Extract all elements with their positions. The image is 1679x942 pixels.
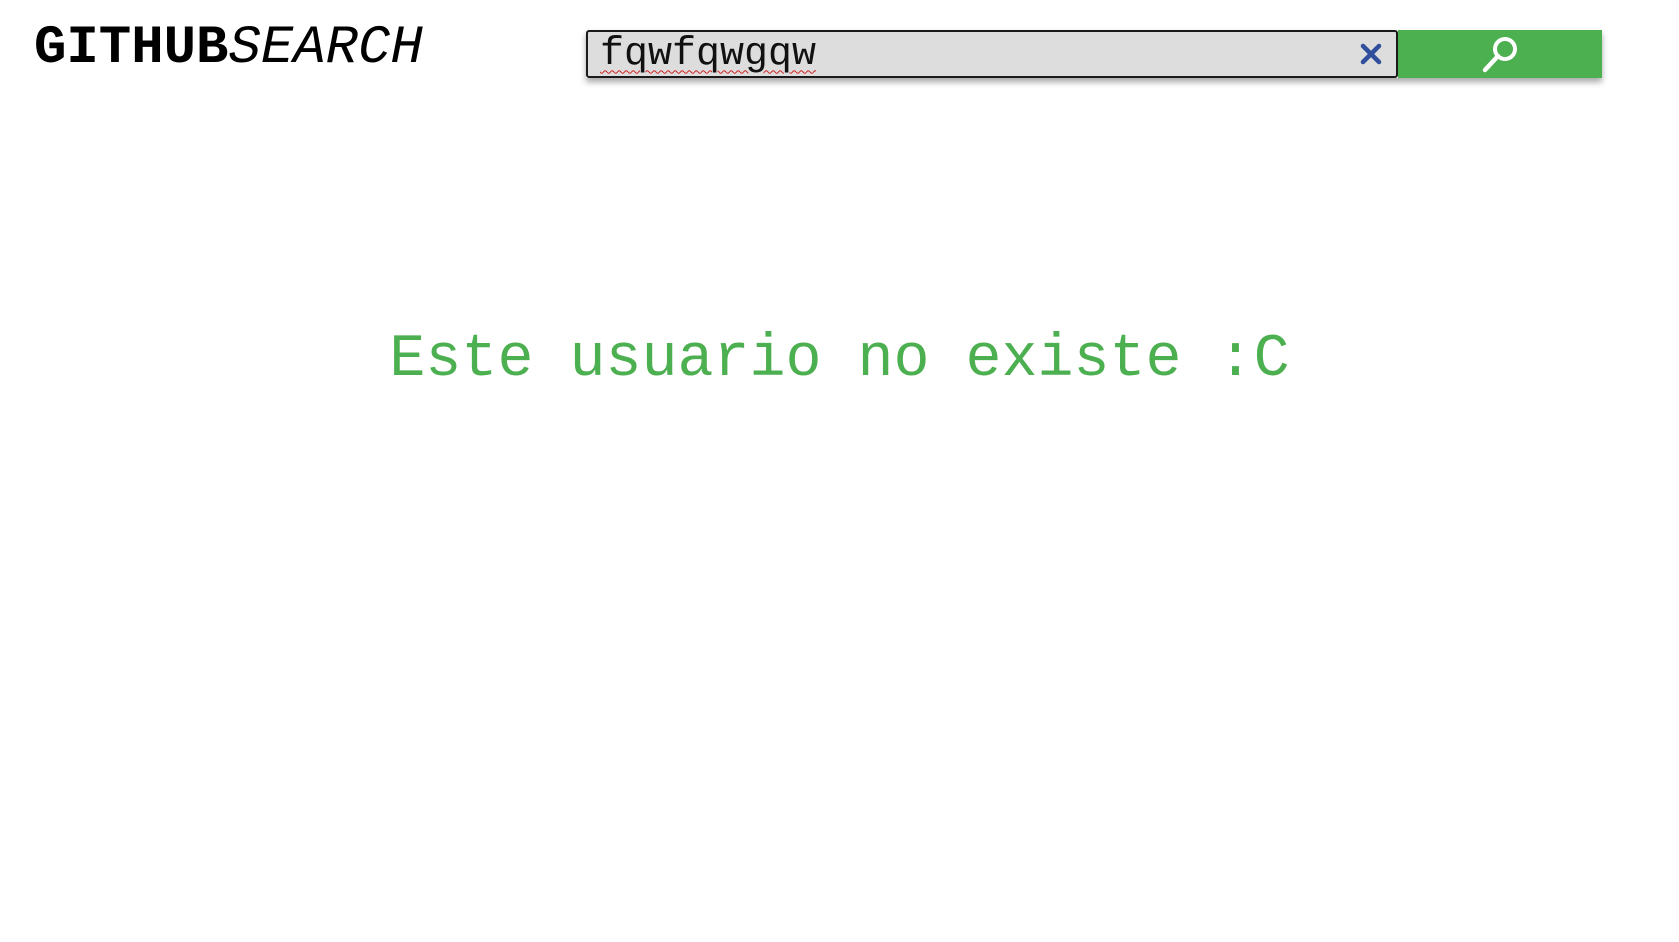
not-found-message: Este usuario no existe :C xyxy=(389,326,1290,394)
clear-search-button[interactable] xyxy=(1358,41,1384,67)
search-input[interactable] xyxy=(600,32,1340,76)
search-form xyxy=(586,30,1602,78)
logo: GITHUBSEARCH xyxy=(34,14,423,84)
search-icon xyxy=(1482,37,1517,73)
header: GITHUBSEARCH xyxy=(0,0,1679,110)
search-button[interactable] xyxy=(1398,30,1602,78)
close-icon xyxy=(1360,43,1382,65)
logo-italic-text: SEARCH xyxy=(228,18,423,79)
logo-bold-text: GITHUB xyxy=(34,18,229,79)
search-box xyxy=(586,30,1398,78)
